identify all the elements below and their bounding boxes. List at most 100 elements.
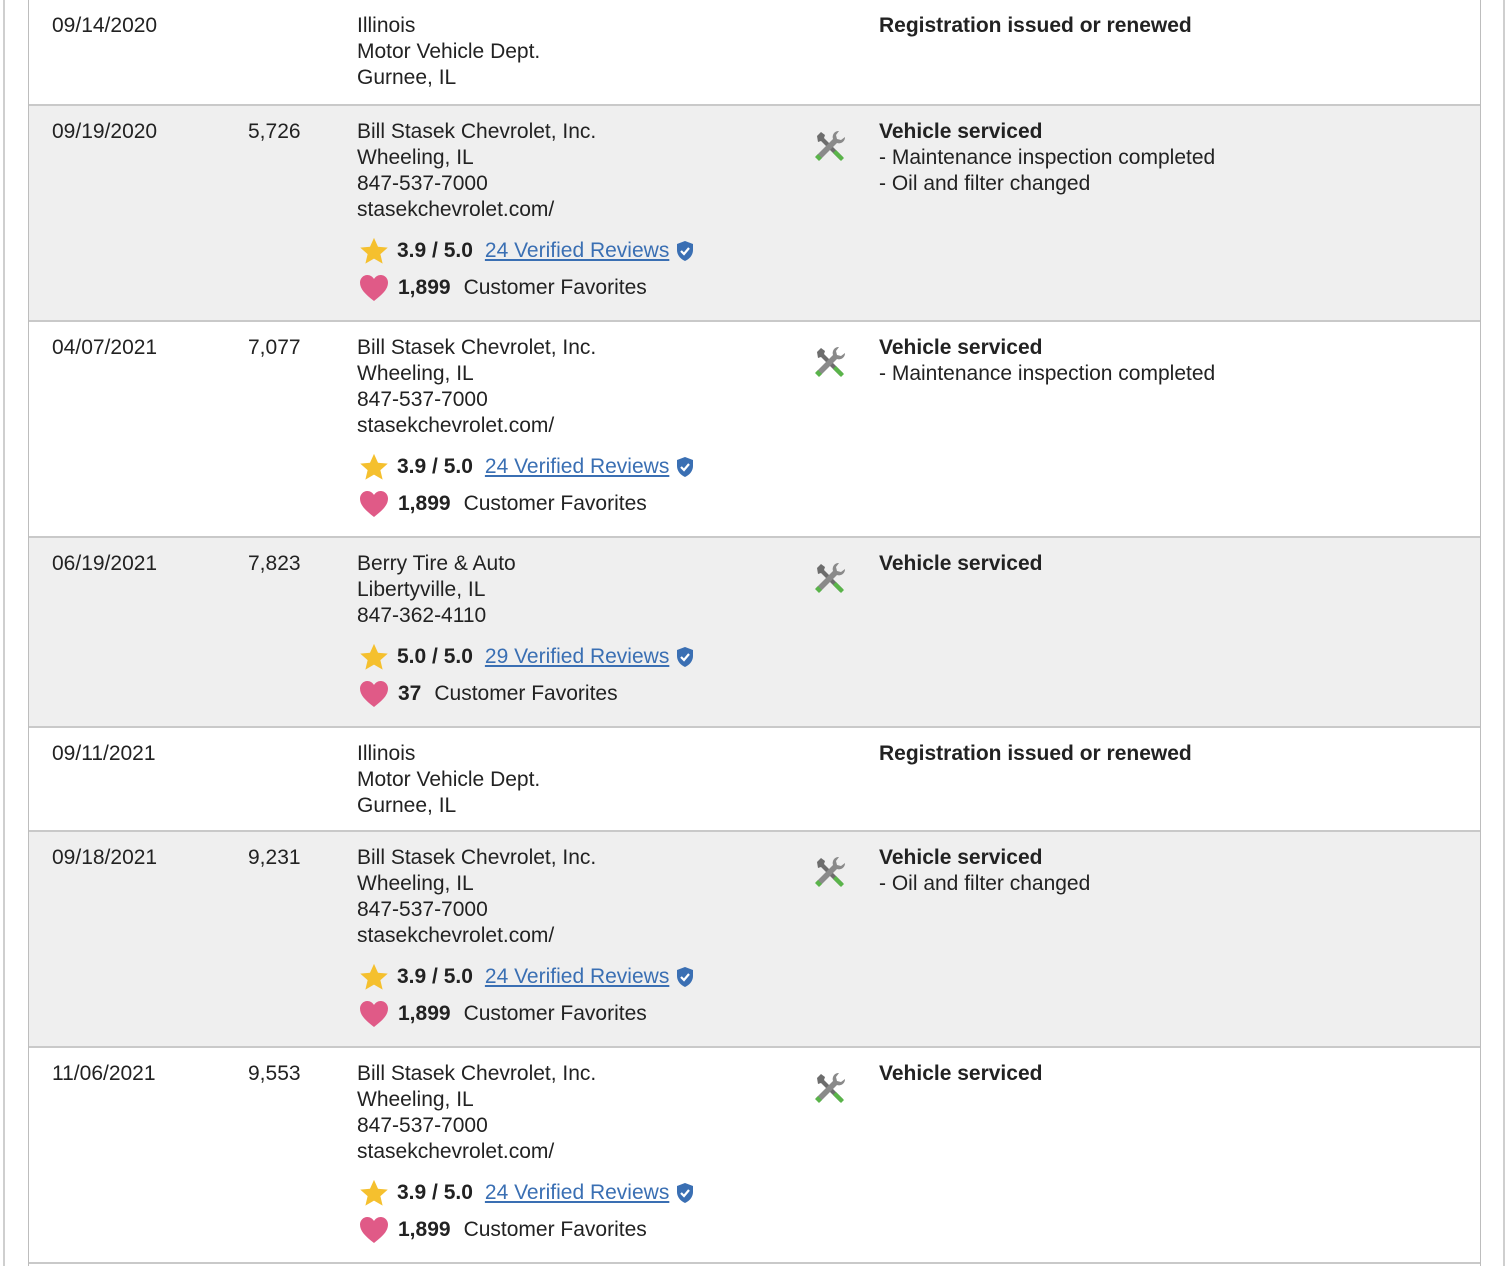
source-website[interactable]: stasekchevrolet.com/ (357, 1139, 596, 1165)
source-location: Wheeling, IL (357, 1088, 474, 1111)
star-icon (360, 237, 388, 264)
record-date: 06/19/2021 (52, 552, 158, 575)
wrench-screwdriver-icon (815, 562, 846, 593)
shield-check-icon (677, 457, 694, 477)
heart-icon (360, 1001, 388, 1027)
verified-reviews-link[interactable]: 24 Verified Reviews (485, 1181, 669, 1205)
record-detail: - Oil and filter changed (879, 172, 1091, 195)
dealer-rating: 3.9 / 5.0 24 Verified Reviews (359, 452, 695, 482)
source-line: Motor Vehicle Dept. (357, 768, 541, 791)
favorites-label: Customer Favorites (434, 682, 618, 705)
verified-reviews-link[interactable]: 24 Verified Reviews (485, 239, 669, 263)
wrench-screwdriver-icon (815, 130, 846, 161)
record-comments: Vehicle serviced - Oil and filter change… (879, 845, 1090, 897)
record-date: 09/19/2020 (52, 120, 158, 143)
record-source: Illinois Motor Vehicle Dept. Gurnee, IL (357, 13, 540, 91)
source-phone[interactable]: 847-537-7000 (357, 171, 596, 197)
source-location: Wheeling, IL (357, 362, 474, 385)
star-icon (360, 1179, 388, 1206)
vehicle-history-table: 09/14/2020 Illinois Motor Vehicle Dept. … (28, 0, 1481, 1266)
table-row: 04/07/2021 7,077 Bill Stasek Chevrolet, … (29, 322, 1480, 538)
record-mileage: 9,553 (248, 1062, 301, 1085)
heart-icon (360, 275, 388, 301)
source-website[interactable]: stasekchevrolet.com/ (357, 923, 596, 949)
table-row: 06/19/2021 7,823 Berry Tire & Auto Liber… (29, 538, 1480, 728)
page-border-right (1503, 0, 1505, 1266)
table-row: 09/14/2020 Illinois Motor Vehicle Dept. … (29, 0, 1480, 106)
record-event-title: Vehicle serviced (879, 846, 1043, 869)
rating-score: 5.0 / 5.0 (397, 645, 473, 668)
heart-icon (360, 1217, 388, 1243)
source-name: Bill Stasek Chevrolet, Inc. (357, 1062, 597, 1085)
dealer-rating: 3.9 / 5.0 24 Verified Reviews (359, 962, 695, 992)
verified-reviews-link[interactable]: 29 Verified Reviews (485, 645, 669, 669)
shield-check-icon (677, 647, 694, 667)
record-comments: Vehicle serviced - Maintenance inspectio… (879, 119, 1215, 197)
record-source: Bill Stasek Chevrolet, Inc. Wheeling, IL… (357, 1061, 596, 1165)
record-mileage: 7,077 (248, 336, 301, 359)
record-detail: - Maintenance inspection completed (879, 146, 1216, 169)
record-source: Bill Stasek Chevrolet, Inc. Wheeling, IL… (357, 845, 596, 949)
source-name: Bill Stasek Chevrolet, Inc. (357, 336, 597, 359)
record-event-title: Vehicle serviced (879, 552, 1043, 575)
star-icon (360, 643, 388, 670)
favorites-count: 37 (398, 682, 422, 705)
table-row: 09/11/2021 Illinois Motor Vehicle Dept. … (29, 728, 1480, 832)
wrench-screwdriver-icon (815, 346, 846, 377)
star-icon (360, 963, 388, 990)
record-source: Bill Stasek Chevrolet, Inc. Wheeling, IL… (357, 335, 596, 439)
favorites-count: 1,899 (398, 276, 451, 299)
source-phone[interactable]: 847-537-7000 (357, 387, 596, 413)
favorites-label: Customer Favorites (463, 1218, 647, 1241)
table-row: 11/06/2021 9,553 Bill Stasek Chevrolet, … (29, 1048, 1480, 1264)
record-comments: Vehicle serviced (879, 1061, 1042, 1087)
favorites-count: 1,899 (398, 492, 451, 515)
record-event-title: Registration issued or renewed (879, 742, 1192, 765)
source-phone[interactable]: 847-537-7000 (357, 897, 596, 923)
record-comments: Registration issued or renewed (879, 13, 1192, 39)
verified-reviews-link[interactable]: 24 Verified Reviews (485, 965, 669, 989)
record-event-title: Registration issued or renewed (879, 14, 1192, 37)
source-website[interactable]: stasekchevrolet.com/ (357, 197, 596, 223)
source-location: Gurnee, IL (357, 794, 457, 817)
record-date: 09/11/2021 (52, 742, 156, 765)
source-line: Motor Vehicle Dept. (357, 40, 541, 63)
record-event-title: Vehicle serviced (879, 336, 1043, 359)
source-name: Illinois (357, 742, 416, 765)
record-mileage: 5,726 (248, 120, 301, 143)
verified-reviews-link[interactable]: 24 Verified Reviews (485, 455, 669, 479)
source-location: Libertyville, IL (357, 578, 486, 601)
source-website[interactable]: stasekchevrolet.com/ (357, 413, 596, 439)
favorites-label: Customer Favorites (463, 276, 647, 299)
rating-score: 3.9 / 5.0 (397, 239, 473, 262)
record-event-title: Vehicle serviced (879, 1062, 1043, 1085)
record-date: 11/06/2021 (52, 1062, 156, 1085)
source-name: Illinois (357, 14, 416, 37)
record-detail: - Maintenance inspection completed (879, 362, 1216, 385)
favorites-count: 1,899 (398, 1218, 451, 1241)
record-detail: - Oil and filter changed (879, 872, 1091, 895)
record-mileage: 9,231 (248, 846, 301, 869)
source-name: Bill Stasek Chevrolet, Inc. (357, 846, 597, 869)
record-comments: Registration issued or renewed (879, 741, 1192, 767)
record-source: Berry Tire & Auto Libertyville, IL 847-3… (357, 551, 516, 629)
heart-icon (360, 681, 388, 707)
source-phone[interactable]: 847-537-7000 (357, 1113, 596, 1139)
source-name: Bill Stasek Chevrolet, Inc. (357, 120, 597, 143)
dealer-rating: 5.0 / 5.0 29 Verified Reviews (359, 642, 695, 672)
rating-score: 3.9 / 5.0 (397, 455, 473, 478)
star-icon (360, 453, 388, 480)
record-comments: Vehicle serviced (879, 551, 1042, 577)
record-date: 09/14/2020 (52, 14, 158, 37)
record-comments: Vehicle serviced - Maintenance inspectio… (879, 335, 1215, 387)
shield-check-icon (677, 1183, 694, 1203)
customer-favorites: 37 Customer Favorites (359, 680, 618, 708)
source-phone[interactable]: 847-362-4110 (357, 603, 516, 629)
favorites-label: Customer Favorites (463, 492, 647, 515)
record-source: Illinois Motor Vehicle Dept. Gurnee, IL (357, 741, 540, 819)
wrench-screwdriver-icon (815, 856, 846, 887)
heart-icon (360, 491, 388, 517)
record-event-title: Vehicle serviced (879, 120, 1043, 143)
customer-favorites: 1,899 Customer Favorites (359, 1216, 647, 1244)
rating-score: 3.9 / 5.0 (397, 1181, 473, 1204)
